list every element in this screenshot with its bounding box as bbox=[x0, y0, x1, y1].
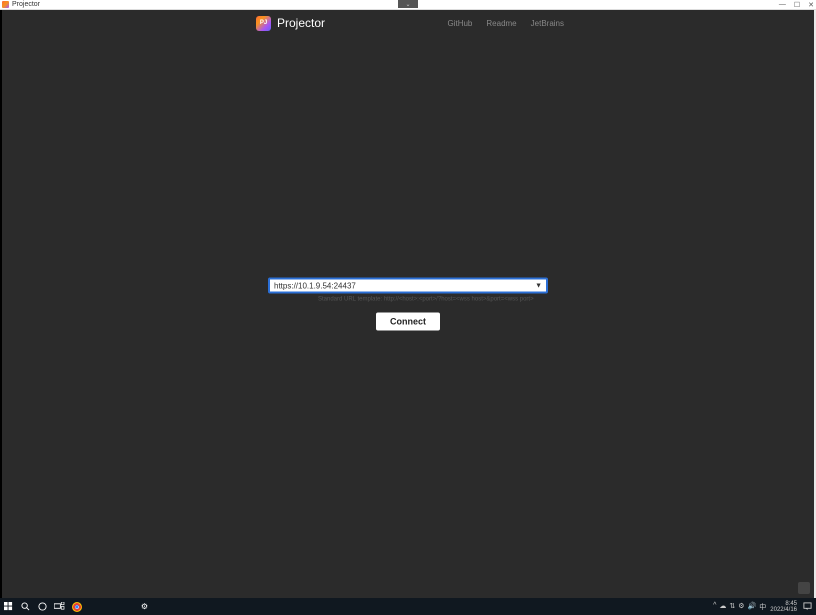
corner-badge-icon bbox=[798, 582, 810, 594]
tray-network-icon[interactable]: ⇅ bbox=[729, 602, 735, 612]
tray-ime-icon[interactable]: 中 bbox=[759, 602, 766, 612]
notifications-icon[interactable] bbox=[801, 600, 814, 613]
dropdown-arrow-icon[interactable]: ▼ bbox=[531, 282, 542, 289]
cortana-icon[interactable] bbox=[36, 600, 49, 613]
file-explorer-icon[interactable] bbox=[87, 600, 100, 613]
window-controls: — ☐ ✕ bbox=[779, 1, 814, 9]
tray-settings-icon[interactable]: ⚙ bbox=[738, 602, 744, 612]
title-center-tab[interactable]: ⌄ bbox=[398, 0, 418, 8]
clock-date: 2022/4/16 bbox=[770, 607, 797, 613]
title-bar-left: Projector bbox=[2, 1, 40, 8]
app-icon bbox=[2, 1, 9, 8]
taskbar-clock[interactable]: 8:45 2022/4/16 bbox=[770, 601, 797, 613]
chevron-down-icon: ⌄ bbox=[405, 1, 410, 8]
window-title-bar: Projector ⌄ — ☐ ✕ bbox=[0, 0, 816, 10]
nav-jetbrains-link[interactable]: JetBrains bbox=[531, 19, 564, 28]
close-button[interactable]: ✕ bbox=[808, 1, 814, 9]
app-icon-4[interactable] bbox=[189, 600, 202, 613]
taskbar-left: ⚙ bbox=[2, 600, 219, 613]
tray-cloud-icon[interactable]: ☁ bbox=[719, 602, 726, 612]
app-body: PJ Projector GitHub Readme JetBrains ▼ S… bbox=[2, 10, 814, 598]
system-tray: ^ ☁ ⇅ ⚙ 🔊 中 bbox=[713, 602, 766, 612]
settings-icon[interactable]: ⚙ bbox=[138, 600, 151, 613]
logo-text: Projector bbox=[277, 16, 325, 30]
chrome-icon[interactable] bbox=[70, 600, 83, 613]
connect-panel: ▼ Standard URL template: http://<host>:<… bbox=[268, 278, 548, 331]
minimize-button[interactable]: — bbox=[779, 1, 786, 9]
vscode-icon[interactable] bbox=[104, 600, 117, 613]
url-input-wrap[interactable]: ▼ bbox=[268, 278, 548, 294]
task-view-icon[interactable] bbox=[53, 600, 66, 613]
projector-taskbar-icon[interactable] bbox=[206, 600, 219, 613]
nav-github-link[interactable]: GitHub bbox=[447, 19, 472, 28]
search-icon[interactable] bbox=[19, 600, 32, 613]
logo: PJ Projector bbox=[256, 16, 325, 31]
window-title: Projector bbox=[12, 1, 40, 8]
maximize-button[interactable]: ☐ bbox=[794, 1, 800, 9]
nav-links: GitHub Readme JetBrains bbox=[447, 19, 564, 28]
app-icon-2[interactable] bbox=[155, 600, 168, 613]
app-header: PJ Projector GitHub Readme JetBrains bbox=[2, 10, 814, 36]
app-icon-1[interactable] bbox=[121, 600, 134, 613]
app-icon-3[interactable] bbox=[172, 600, 185, 613]
nav-readme-link[interactable]: Readme bbox=[486, 19, 516, 28]
connect-button[interactable]: Connect bbox=[376, 313, 440, 331]
start-button[interactable] bbox=[2, 600, 15, 613]
tray-volume-icon[interactable]: 🔊 bbox=[748, 602, 757, 612]
taskbar-right: ^ ☁ ⇅ ⚙ 🔊 中 8:45 2022/4/16 bbox=[713, 600, 814, 613]
logo-badge-icon: PJ bbox=[256, 16, 271, 31]
url-input[interactable] bbox=[274, 281, 531, 290]
tray-overflow-icon[interactable]: ^ bbox=[713, 602, 716, 612]
taskbar: ⚙ ^ ☁ ⇅ ⚙ 🔊 中 8:45 2022/4/16 bbox=[0, 598, 816, 615]
url-hint-text: Standard URL template: http://<host>:<po… bbox=[268, 297, 534, 303]
